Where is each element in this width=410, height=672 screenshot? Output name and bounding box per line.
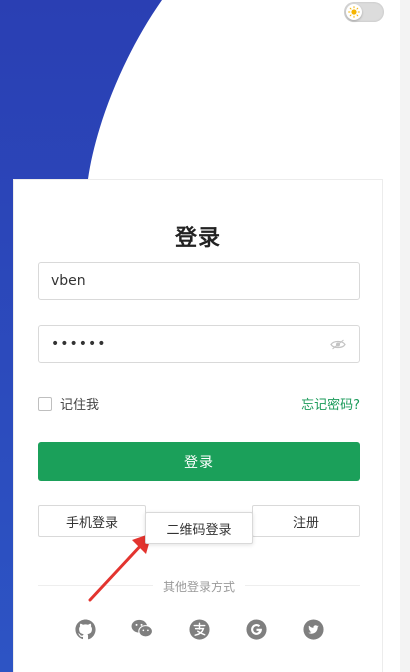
qrcode-login-button[interactable]: 二维码登录 bbox=[145, 512, 253, 544]
username-value: vben bbox=[51, 273, 86, 289]
theme-toggle[interactable] bbox=[344, 2, 384, 22]
google-icon[interactable] bbox=[245, 618, 267, 640]
username-input[interactable]: vben bbox=[38, 262, 360, 300]
theme-toggle-knob bbox=[346, 4, 362, 20]
remember-label: 记住我 bbox=[60, 398, 100, 413]
sun-icon bbox=[348, 6, 360, 18]
login-title: 登录 bbox=[174, 226, 221, 251]
password-input[interactable]: •••••• bbox=[38, 325, 360, 363]
login-card: 登录 vben •••••• 记住我 忘记密码? 登录 手机登录 注册 二维码登… bbox=[13, 179, 383, 672]
login-button[interactable]: 登录 bbox=[38, 442, 360, 481]
password-value: •••••• bbox=[51, 336, 107, 352]
twitter-icon[interactable] bbox=[302, 618, 324, 640]
page-gutter bbox=[400, 0, 410, 672]
remember-me[interactable]: 记住我 bbox=[38, 394, 99, 413]
alipay-icon[interactable] bbox=[188, 618, 210, 640]
wechat-icon[interactable] bbox=[131, 618, 153, 640]
github-icon[interactable] bbox=[74, 618, 96, 640]
remember-checkbox[interactable] bbox=[38, 396, 52, 411]
register-button[interactable]: 注册 bbox=[252, 505, 360, 537]
eye-icon[interactable] bbox=[329, 338, 347, 350]
forgot-password-link[interactable]: 忘记密码? bbox=[301, 394, 360, 413]
